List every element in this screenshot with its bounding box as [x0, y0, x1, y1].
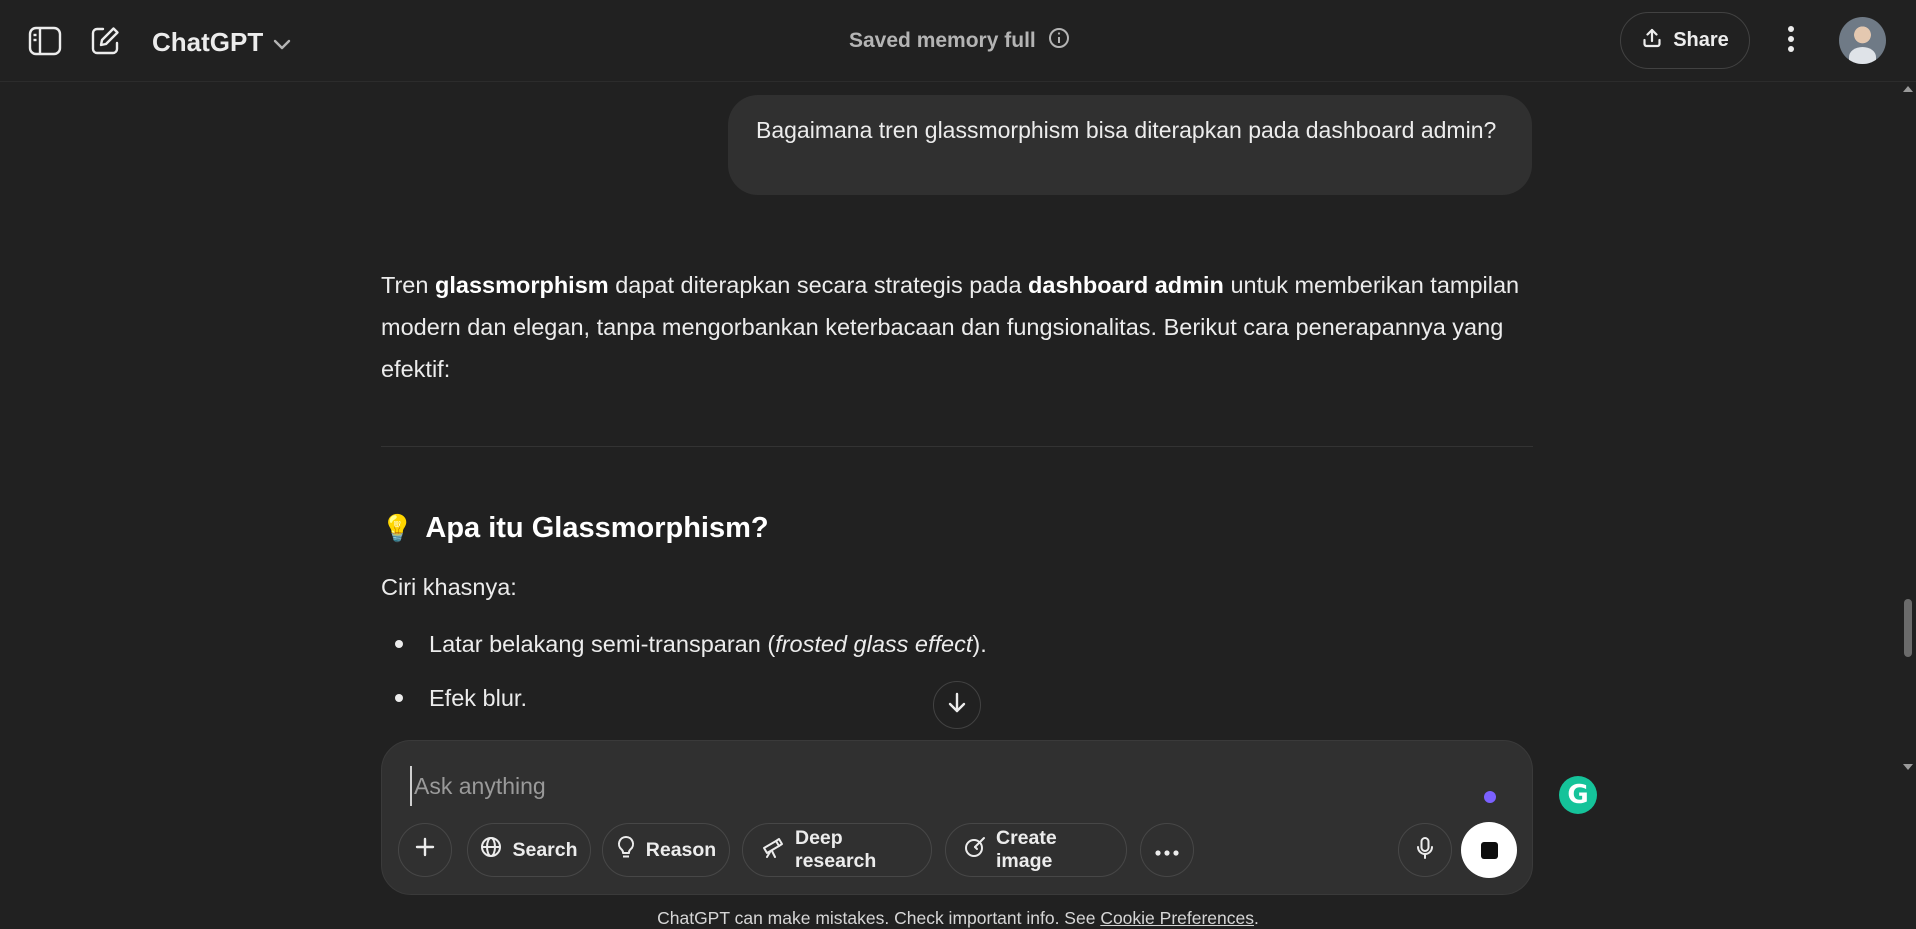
more-tools-button[interactable]	[1140, 823, 1194, 877]
intro-bold-dashboard-admin: dashboard admin	[1028, 272, 1224, 298]
deep-research-tool-button[interactable]: Deep research	[742, 823, 932, 877]
bullet-dot	[395, 694, 403, 702]
reason-tool-label: Reason	[645, 838, 717, 861]
bullet-dot	[395, 640, 403, 648]
sidebar-toggle-button[interactable]	[23, 19, 67, 63]
new-chat-icon	[89, 25, 121, 57]
more-options-button[interactable]	[1770, 20, 1812, 62]
grammarly-icon[interactable]: G	[1559, 776, 1597, 814]
telescope-icon	[761, 836, 785, 864]
scroll-down-arrow[interactable]	[1903, 764, 1913, 770]
more-horizontal-icon	[1155, 839, 1179, 862]
scroll-up-arrow[interactable]	[1903, 86, 1913, 92]
cookie-preferences-link[interactable]: Cookie Preferences	[1100, 908, 1254, 928]
lightbulb-outline-icon	[616, 835, 636, 865]
stop-generating-button[interactable]	[1461, 822, 1517, 878]
list-item: Efek blur.	[381, 674, 987, 728]
model-switcher[interactable]: ChatGPT	[152, 22, 291, 62]
model-name: ChatGPT	[152, 26, 264, 57]
share-button[interactable]: Share	[1620, 12, 1750, 69]
new-chat-button[interactable]	[83, 19, 127, 63]
reason-tool-button[interactable]: Reason	[602, 823, 730, 877]
list-item: Latar belakang semi-transparan (frosted …	[381, 620, 987, 674]
section-title: Apa itu Glassmorphism?	[425, 512, 769, 544]
memory-notice-label: Saved memory full	[849, 29, 1036, 52]
globe-icon	[480, 836, 502, 864]
disclaimer-text: ChatGPT can make mistakes. Check importa…	[657, 908, 1101, 928]
user-message-bubble: Bagaimana tren glassmorphism bisa ditera…	[728, 95, 1532, 195]
bullet-text: Efek blur.	[429, 685, 527, 711]
microphone-icon	[1415, 836, 1435, 865]
bullet-text-end: ).	[972, 631, 987, 657]
info-icon[interactable]	[1048, 27, 1070, 55]
chevron-down-icon	[273, 27, 291, 58]
status-dot	[1484, 791, 1496, 803]
scroll-to-bottom-button[interactable]	[933, 681, 981, 729]
user-message-text: Bagaimana tren glassmorphism bisa ditera…	[756, 117, 1497, 143]
section-divider	[381, 446, 1533, 447]
user-avatar[interactable]	[1839, 17, 1886, 64]
sidebar-icon	[28, 26, 62, 56]
scrollbar[interactable]	[1898, 82, 1916, 777]
create-image-tool-label: Create image	[996, 827, 1057, 872]
assistant-intro-paragraph: Tren glassmorphism dapat diterapkan seca…	[381, 264, 1533, 390]
feature-list: Latar belakang semi-transparan (frosted …	[381, 620, 987, 728]
subheading: Ciri khasnya:	[381, 574, 517, 600]
search-tool-label: Search	[512, 838, 578, 861]
message-composer: Search Reason Deep research	[381, 740, 1533, 895]
deep-research-tool-label: Deep research	[795, 827, 877, 872]
more-vertical-icon	[1787, 25, 1795, 58]
disclaimer-footer: ChatGPT can make mistakes. Check importa…	[0, 908, 1916, 929]
attach-button[interactable]	[398, 823, 452, 877]
search-tool-button[interactable]: Search	[467, 823, 591, 877]
memory-notice[interactable]: Saved memory full	[849, 24, 1070, 58]
share-icon	[1641, 27, 1663, 55]
intro-text-1: Tren	[381, 272, 435, 298]
intro-text-2: dapat diterapkan secara strategis pada	[608, 272, 1029, 298]
arrow-down-icon	[946, 691, 968, 720]
share-label: Share	[1673, 29, 1729, 51]
stop-icon	[1480, 841, 1498, 859]
lightbulb-icon: 💡	[381, 513, 414, 543]
disclaimer-end: .	[1254, 908, 1259, 928]
scrollbar-thumb[interactable]	[1904, 599, 1912, 657]
bullet-italic-text: frosted glass effect	[775, 631, 973, 657]
plus-icon	[414, 836, 436, 864]
paint-brush-icon	[964, 836, 986, 864]
intro-bold-glassmorphism: glassmorphism	[434, 272, 609, 298]
top-bar: ChatGPT Saved memory full Share	[0, 0, 1916, 82]
message-input[interactable]	[410, 766, 1410, 806]
dictate-button[interactable]	[1398, 823, 1452, 877]
create-image-tool-button[interactable]: Create image	[945, 823, 1127, 877]
section-heading: 💡 Apa itu Glassmorphism?	[381, 512, 769, 545]
bullet-text: Latar belakang semi-transparan (	[429, 631, 776, 657]
